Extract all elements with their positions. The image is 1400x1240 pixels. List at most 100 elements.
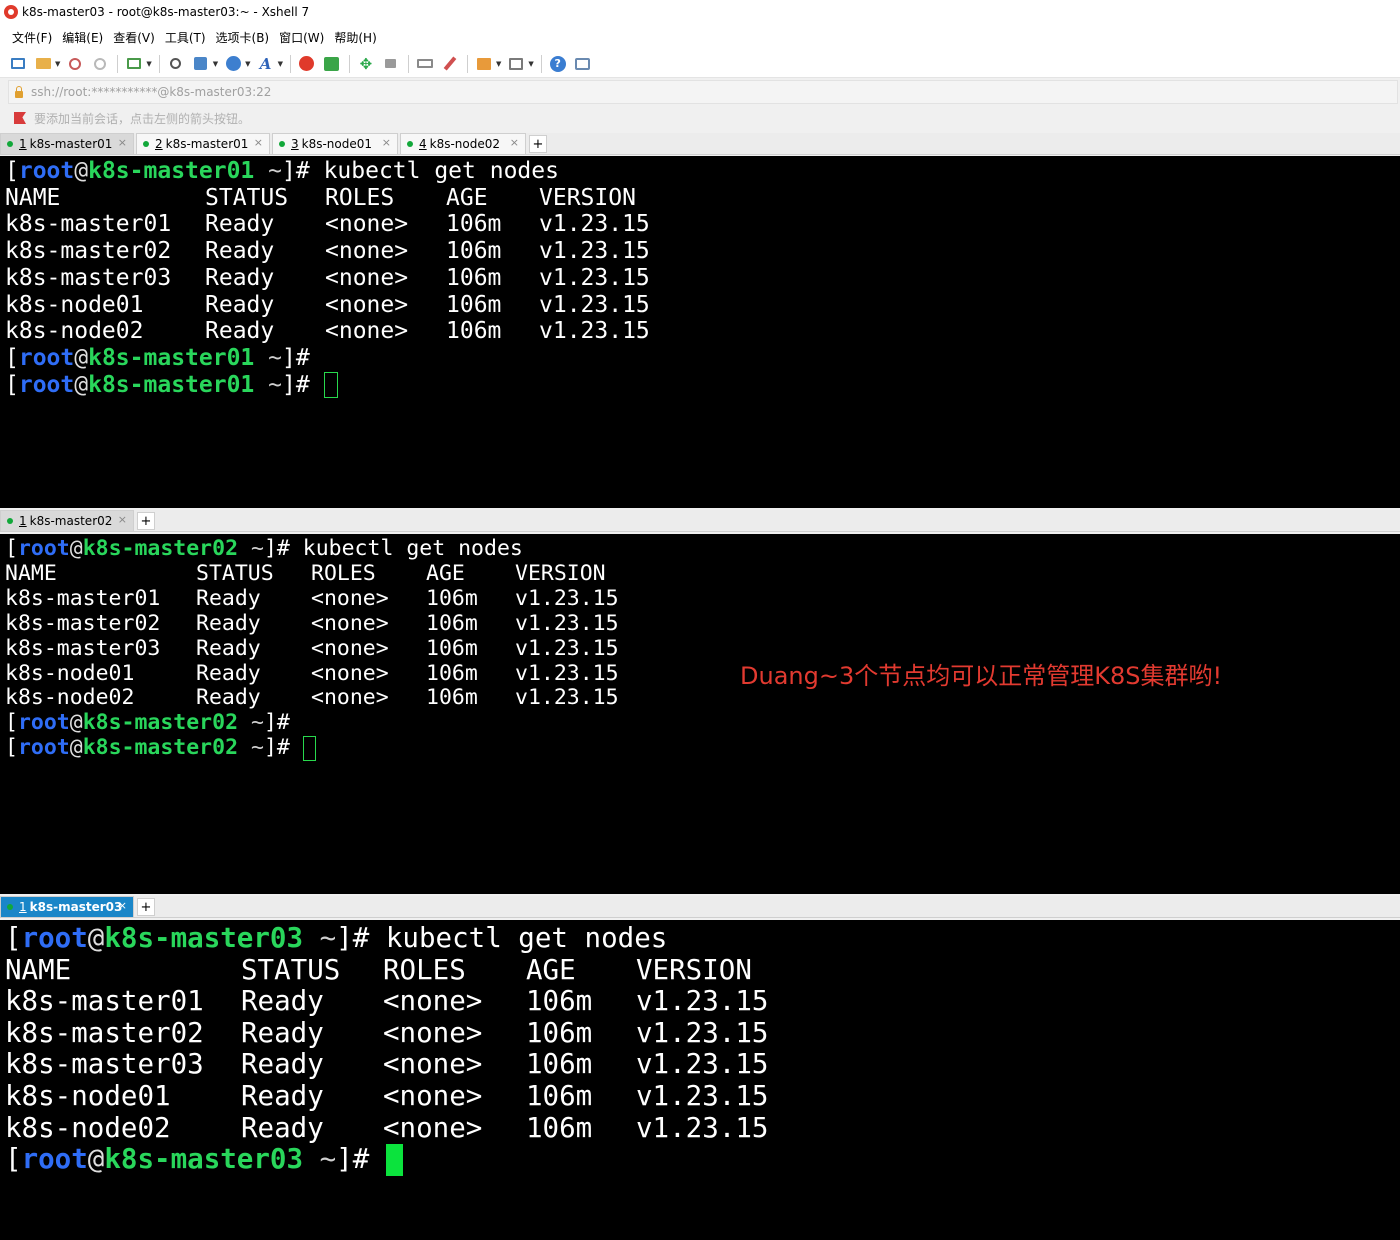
tab-label: k8s-node01 [301,137,373,151]
terminal-pane-2[interactable]: [root @ k8s-master02 ~]# kubectl get nodes… [0,534,1400,894]
prompt-line: [root @ k8s-master01 ~]# [5,371,1400,399]
table-cell: k8s-master02 [5,1016,204,1049]
table-cell: 106m [426,610,478,636]
table-row: k8s-master03 Ready <none> 106m v1.23.15 [5,1049,1400,1081]
toolbar-divider [540,54,542,73]
table-cell: Ready [241,1016,324,1049]
table-cell: <none> [383,1111,483,1144]
tab-number: 1 [19,137,27,151]
close-icon[interactable]: × [254,136,263,149]
prompt-user: root [18,344,75,371]
close-icon[interactable]: × [382,136,391,149]
table-cell: 106m [446,318,502,345]
prompt-open-bracket: [ [5,922,22,954]
table-cell: v1.23.15 [539,291,650,318]
tab-k8s-node02[interactable]: 4 k8s-node02 × [400,133,526,154]
chat-icon[interactable] [573,54,593,74]
prompt-at: @ [69,536,83,561]
menu-help[interactable]: 帮助(H) [330,27,380,48]
table-cell: k8s-master03 [5,1048,204,1081]
terminal-pane-1[interactable]: [root @ k8s-master01 ~]# kubectl get nodes… [0,156,1400,508]
add-tab-button[interactable]: + [137,512,155,530]
help-icon[interactable]: ? [548,54,568,74]
xmanager-icon[interactable] [322,54,342,74]
table-cell: k8s-master01 [5,211,172,238]
menu-view[interactable]: 查看(V) [109,27,159,48]
table-cell: <none> [325,291,409,318]
prompt-user: root [17,536,70,561]
column-header: ROLES [311,560,376,586]
find-icon[interactable] [166,54,186,74]
compose-icon[interactable] [474,54,494,74]
new-tab-icon[interactable] [124,54,144,74]
add-tab-button[interactable]: + [529,135,547,153]
tab-k8s-master01[interactable]: 1 k8s-master01 × [0,133,134,154]
new-session-icon[interactable] [8,54,28,74]
reconnect-icon[interactable] [90,54,110,74]
fullscreen-icon[interactable]: ✥ [356,54,376,74]
table-cell: <none> [383,1048,483,1081]
close-icon[interactable]: × [118,899,127,912]
transfer-icon[interactable] [191,54,211,74]
tab-k8s-master01-2[interactable]: 2 k8s-master01 × [136,133,270,154]
command-text: kubectl get nodes [385,922,668,954]
xftp-icon[interactable] [297,54,317,74]
tab-k8s-master02[interactable]: 1 k8s-master02 × [0,510,134,531]
keyboard-icon[interactable] [415,54,435,74]
bookmark-icon[interactable] [14,112,26,124]
chevron-down-icon[interactable]: ▼ [213,60,218,68]
table-row: k8s-master01 Ready <none> 106m v1.23.15 [5,211,1400,238]
lock-icon[interactable] [381,54,401,74]
prompt-suffix: ]# [336,1143,370,1176]
table-row: k8s-node01 Ready <none> 106m v1.23.15 [5,292,1400,319]
column-header: STATUS [205,184,289,211]
menu-file[interactable]: 文件(F) [8,27,56,48]
table-row: k8s-master01 Ready <none> 106m v1.23.15 [5,986,1400,1018]
toolbar: ▼ ▼ ▼ ▼ A ▼ ✥ ▼ ▼ ? [0,50,1400,78]
close-icon[interactable]: × [510,136,519,149]
column-header: AGE [526,953,576,986]
open-folder-icon[interactable] [33,54,53,74]
table-cell: 106m [526,1111,593,1144]
highlight-icon[interactable] [440,54,460,74]
table-cell: <none> [311,685,389,711]
menu-window[interactable]: 窗口(W) [275,27,328,48]
chevron-down-icon[interactable]: ▼ [528,60,533,68]
layout-icon[interactable] [506,54,526,74]
table-cell: v1.23.15 [636,1016,769,1049]
menu-tabs[interactable]: 选项卡(B) [212,27,274,48]
menu-edit[interactable]: 编辑(E) [58,27,107,48]
chevron-down-icon[interactable]: ▼ [146,60,151,68]
close-icon[interactable]: × [118,136,127,149]
table-cell: 106m [446,264,502,291]
connected-dot-icon [7,518,13,524]
chevron-down-icon[interactable]: ▼ [245,60,250,68]
disconnect-icon[interactable] [65,54,85,74]
lock-icon [15,85,23,98]
add-tab-button[interactable]: + [137,898,155,916]
table-cell: v1.23.15 [636,1048,769,1081]
terminal-pane-3[interactable]: [root @ k8s-master03 ~]# kubectl get nodes… [0,920,1400,1240]
tab-label: k8s-master03 [29,900,123,914]
table-cell: 106m [446,291,502,318]
toolbar-divider [348,54,350,73]
address-bar[interactable]: ssh://root:***********@k8s-master03:22 [8,80,1398,104]
column-header: VERSION [515,560,606,586]
font-icon[interactable]: A [256,54,276,74]
table-cell: <none> [383,1079,483,1112]
globe-icon[interactable] [223,54,243,74]
table-cell: Ready [196,610,261,636]
tab-k8s-node01[interactable]: 3 k8s-node01 × [272,133,398,154]
chevron-down-icon[interactable]: ▼ [55,60,60,68]
tab-k8s-master03[interactable]: 1 k8s-master03 × [0,896,134,917]
tab-number: 1 [19,514,27,528]
chevron-down-icon[interactable]: ▼ [496,60,501,68]
prompt-line: [root @ k8s-master02 ~]# [5,735,1400,762]
chevron-down-icon[interactable]: ▼ [278,60,283,68]
prompt-line: [root @ k8s-master01 ~]# [5,345,1400,372]
table-cell: k8s-master02 [5,238,172,265]
table-row: k8s-master01 Ready <none> 106m v1.23.15 [5,586,1400,612]
close-icon[interactable]: × [118,513,127,526]
menu-tools[interactable]: 工具(T) [161,27,210,48]
column-header: ROLES [325,184,395,211]
